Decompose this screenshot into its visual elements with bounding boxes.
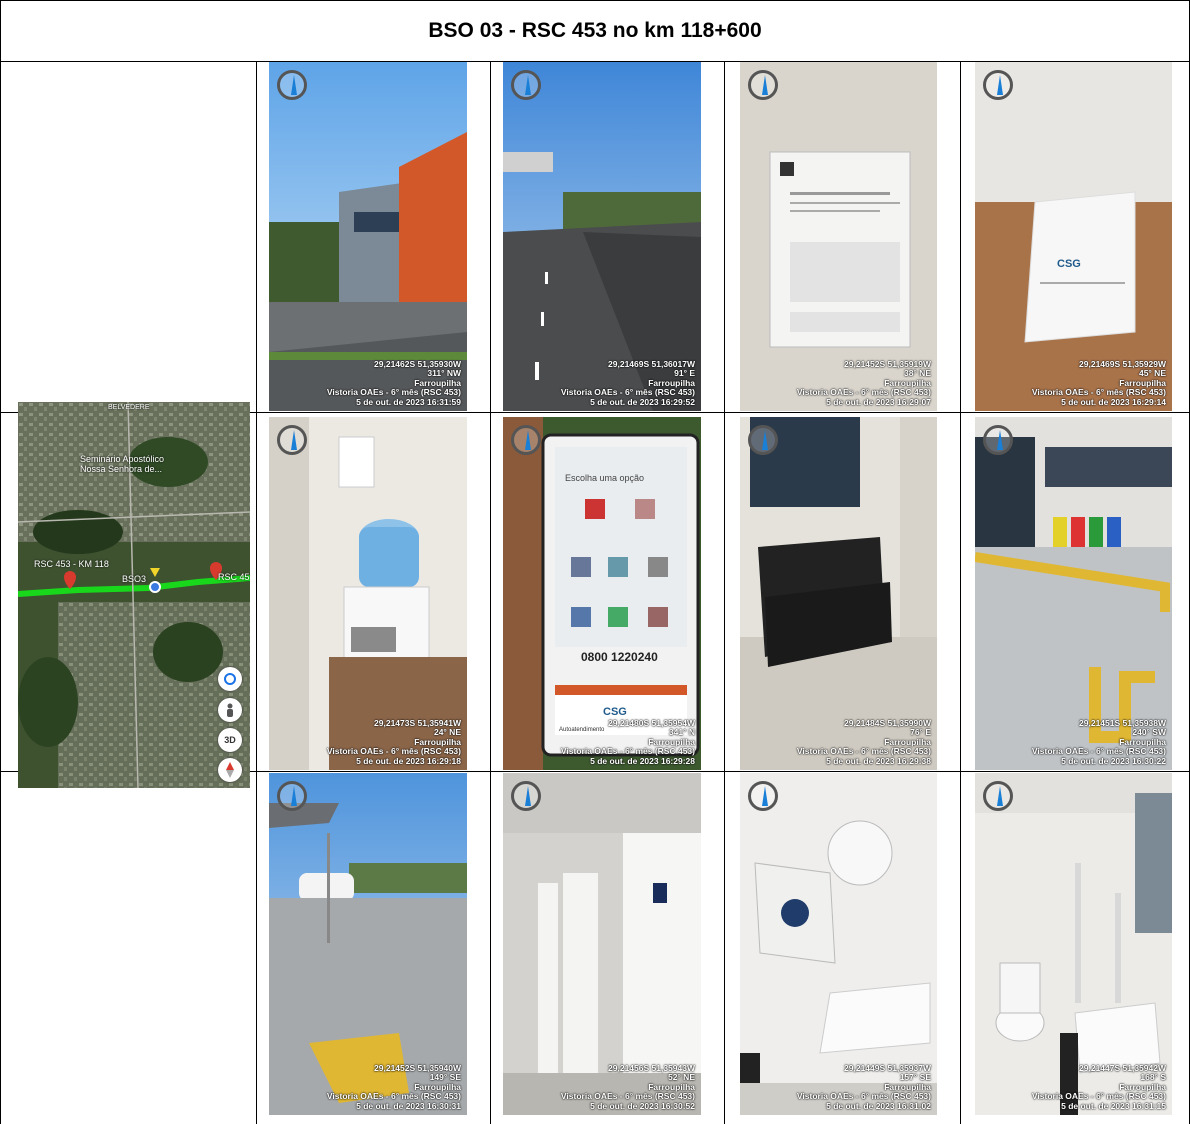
pegman-icon[interactable] [218, 698, 242, 722]
report-page: BSO 03 - RSC 453 no km 118+600 BELVEDERE… [0, 0, 1190, 1124]
photo-parking-lot: 29,21452S 51,35940W 149° SE Farroupilha Vis… [269, 773, 467, 1115]
compass-overlay-icon [983, 70, 1013, 100]
photo-stamp: 29,21452S 51,35940W 149° SE Farroupilha Vis… [326, 1062, 461, 1111]
kiosk-title: Escolha uma opção [565, 473, 644, 483]
compass-overlay-icon [511, 425, 541, 455]
satellite-map[interactable]: BELVEDERE Seminário Apostólico Nossa Sen… [18, 402, 250, 788]
compass-overlay-icon [277, 425, 307, 455]
photo-complaints-book: CSG 29,21469S 51,35929W 45° NE Farroupilha… [975, 62, 1172, 411]
map-label-seminario: Seminário Apostólico Nossa Senhora de... [80, 454, 165, 474]
book-logo-text: CSG [1057, 258, 1081, 270]
photo-accessible-toilet: 29,21447S 51,35942W 168° S Farroupilha Vist… [975, 773, 1172, 1115]
photo-building-exterior: 29,21462S 51,35930W 311° NW Farroupilha Vis… [269, 62, 467, 411]
compass-icon[interactable] [218, 758, 242, 782]
map-label-belvedere: BELVEDERE [108, 404, 150, 411]
photo-stamp: 29,21447S 51,35942W 168° S Farroupilha Vist… [1031, 1062, 1166, 1111]
map-label-bso: BSO3 [122, 574, 147, 584]
photo-water-cooler: 29,21473S 51,35941W 24° NE Farroupilha Vist… [269, 417, 467, 770]
compass-overlay-icon [748, 70, 778, 100]
photo-restroom-corridor: 29,21456S 51,35943W 52° NE Farroupilha Vist… [503, 773, 701, 1115]
photo-recycling-bins: 29,21451S 51,35938W 240° SW Farroupilha Vis… [975, 417, 1172, 770]
location-target-icon[interactable] [218, 667, 242, 691]
compass-overlay-icon [983, 781, 1013, 811]
photo-stamp: 29,21452S 51,35919W 38° NE Farroupilha Vist… [796, 358, 931, 407]
table-divider [724, 62, 725, 1124]
table-divider [256, 62, 257, 1124]
table-border-left [0, 62, 1, 1124]
photo-stamp: 29,21469S 51,35929W 45° NE Farroupilha Vist… [1031, 358, 1166, 407]
map-label-rsc-left: RSC 453 - KM 118 [34, 559, 109, 569]
photo-self-service-kiosk: Escolha uma opção 0800 1220240 CSG Autoa… [503, 417, 701, 770]
compass-overlay-icon [511, 781, 541, 811]
page-title: BSO 03 - RSC 453 no km 118+600 [0, 0, 1190, 62]
kiosk-logo: CSG [603, 706, 627, 718]
compass-overlay-icon [511, 70, 541, 100]
3d-button[interactable]: 3D [218, 728, 242, 752]
photo-posted-document: 29,21452S 51,35919W 38° NE Farroupilha Vist… [740, 62, 937, 411]
photo-waiting-sofa: 29,21484S 51,35990W 76° E Farroupilha Visto… [740, 417, 937, 770]
photo-stamp: 29,21451S 51,35938W 240° SW Farroupilha Vis… [1031, 717, 1166, 766]
compass-overlay-icon [277, 70, 307, 100]
photo-stamp: 29,21473S 51,35941W 24° NE Farroupilha Vist… [326, 717, 461, 766]
photo-access-road: 29,21469S 51,36017W 91° E Farroupilha Visto… [503, 62, 701, 411]
compass-overlay-icon [748, 425, 778, 455]
photo-stamp: 29,21480S 51,35954W 341° N Farroupilha Vist… [560, 717, 695, 766]
kiosk-phone: 0800 1220240 [581, 650, 658, 664]
photo-stamp: 29,21449S 51,35937W 157° SE Farroupilha Vis… [796, 1062, 931, 1111]
table-divider [960, 62, 961, 1124]
compass-overlay-icon [277, 781, 307, 811]
photo-stamp: 29,21484S 51,35990W 76° E Farroupilha Visto… [796, 717, 931, 766]
table-divider [490, 62, 491, 1124]
compass-overlay-icon [983, 425, 1013, 455]
photo-stamp: 29,21456S 51,35943W 52° NE Farroupilha Vist… [560, 1062, 695, 1111]
compass-overlay-icon [748, 781, 778, 811]
photo-stamp: 29,21462S 51,35930W 311° NW Farroupilha Vis… [326, 358, 461, 407]
photo-stamp: 29,21469S 51,36017W 91° E Farroupilha Visto… [560, 358, 695, 407]
map-label-rsc-right: RSC 45 [218, 572, 250, 582]
photo-changing-table-sink: 29,21449S 51,35937W 157° SE Farroupilha Vis… [740, 773, 937, 1115]
